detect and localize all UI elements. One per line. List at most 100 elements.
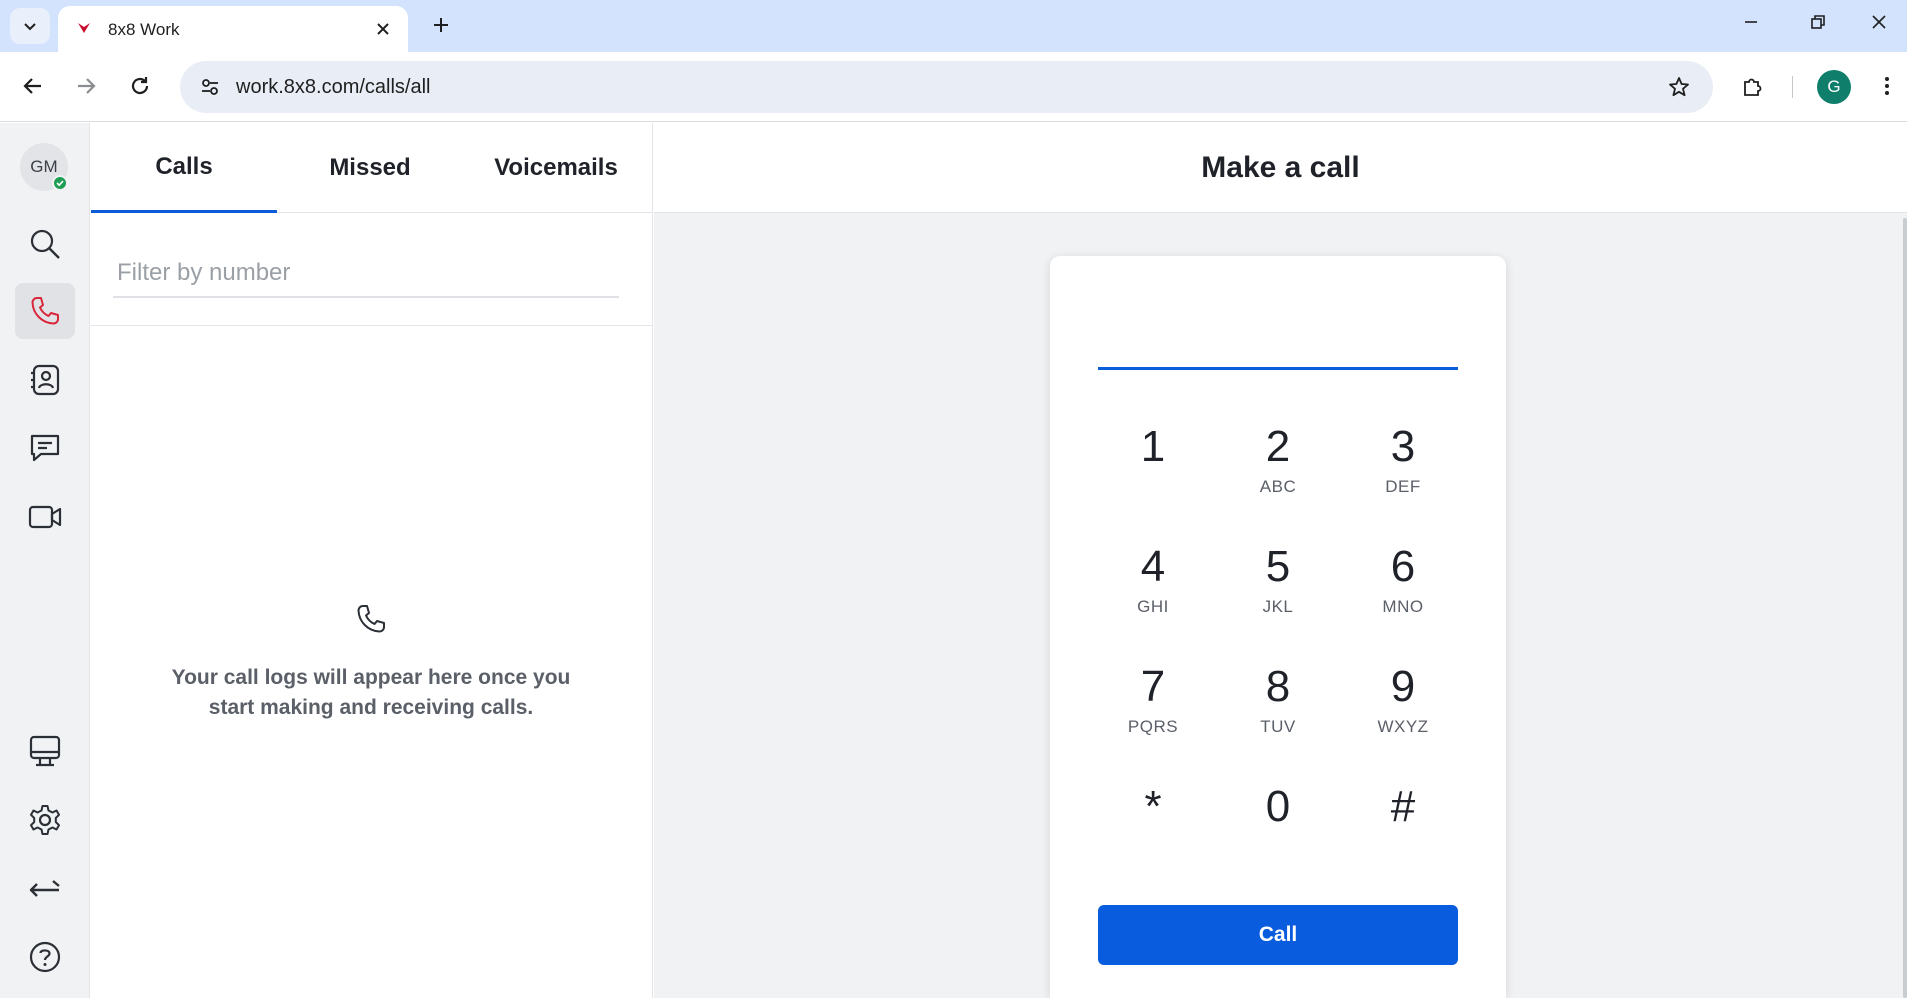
nav-calls[interactable] [15,283,75,339]
nav-meetings[interactable] [15,489,75,545]
video-camera-icon [28,505,62,529]
forward-button[interactable] [67,67,105,105]
presence-indicator [52,175,68,191]
arrow-left-icon [23,78,41,94]
dialpad-card: 1 2 ABC 3 DEF 4 GHI 5 JKL 6 MNO 7 PQRS 8 TUV 9 W… [1050,256,1506,998]
dialpad-key-4[interactable]: 4 GHI [1098,531,1208,627]
extensions-button[interactable] [1734,67,1772,105]
filter-section [91,214,653,326]
nav-settings[interactable] [15,792,75,848]
dialpad-key-7[interactable]: 7 PQRS [1098,651,1208,747]
plus-icon [434,18,448,32]
nav-contacts[interactable] [15,352,75,408]
new-tab-button[interactable] [424,8,458,42]
dialpad-key-6[interactable]: 6 MNO [1348,531,1458,627]
phone-icon [31,297,59,325]
key-digit: 9 [1390,662,1416,711]
close-icon [1872,15,1886,29]
restore-icon [1811,15,1825,29]
key-digit: 3 [1390,422,1416,471]
close-icon [377,23,389,35]
reload-icon [131,77,149,95]
nav-search[interactable] [15,216,75,272]
tune-icon [202,79,218,95]
scrollbar[interactable] [1903,218,1907,998]
call-log-tabs: Calls Missed Voicemails [91,123,653,213]
key-digit: 2 [1265,422,1291,471]
tab-voicemails[interactable]: Voicemails [463,123,649,213]
key-letters: GHI [1137,597,1169,616]
dialpad-key-3[interactable]: 3 DEF [1348,411,1458,507]
profile-avatar[interactable]: G [1817,70,1851,104]
key-digit: * [1144,782,1162,831]
key-digit: 5 [1265,542,1291,591]
key-letters: WXYZ [1377,717,1429,736]
monitor-icon [29,735,61,767]
browser-tabstrip: 8x8 Work [0,0,1907,52]
minimize-button[interactable] [1717,0,1785,44]
key-letters: PQRS [1127,717,1179,736]
close-window-button[interactable] [1851,0,1907,44]
url-text[interactable]: work.8x8.com/calls/all [236,76,431,99]
phone-icon [357,605,385,633]
restore-button[interactable] [1784,0,1852,44]
chevron-down-icon [24,23,36,31]
chat-icon [30,434,60,462]
key-digit: 6 [1390,542,1416,591]
nav-switch[interactable] [15,860,75,916]
key-letters: MNO [1382,597,1424,616]
dialpad-key-0[interactable]: 0 [1223,771,1333,867]
nav-messages[interactable] [15,420,75,476]
key-letters: TUV [1260,717,1296,736]
nav-rail: GM [0,123,90,998]
key-digit: 4 [1140,542,1166,591]
tab-title: 8x8 Work [108,20,180,39]
tab-close-button[interactable] [370,16,396,42]
address-bar[interactable]: work.8x8.com/calls/all [180,61,1713,113]
toolbar-divider [1792,76,1793,98]
dialer-header: Make a call [654,123,1907,213]
dialpad-key-8[interactable]: 8 TUV [1223,651,1333,747]
dialpad-key-5[interactable]: 5 JKL [1223,531,1333,627]
browser-toolbar: work.8x8.com/calls/all G [0,52,1907,122]
filter-by-number-input[interactable] [113,250,619,298]
browser-menu-button[interactable] [1868,67,1906,105]
call-button[interactable]: Call [1098,905,1458,965]
site-info-button[interactable] [192,69,228,105]
back-button[interactable] [14,67,52,105]
gear-icon [30,805,60,835]
dialpad-key-2[interactable]: 2 ABC [1223,411,1333,507]
key-digit: 7 [1140,662,1166,711]
more-vertical-icon [1885,77,1889,95]
search-icon [30,229,60,259]
minimize-icon [1745,21,1757,23]
bookmark-button[interactable] [1661,69,1697,105]
tab-calls[interactable]: Calls [91,123,277,213]
empty-state-message: Your call logs will appear here once you… [171,666,571,719]
nav-desktop-app[interactable] [15,723,75,779]
nav-help[interactable] [15,929,75,985]
dialpad-key-star[interactable]: * [1098,771,1208,867]
tab-missed[interactable]: Missed [277,123,463,213]
check-icon [56,180,64,187]
call-log-panel: Calls Missed Voicemails Your call logs w… [91,123,653,998]
key-digit: 0 [1265,782,1291,831]
key-letters: JKL [1262,597,1294,616]
key-letters: DEF [1385,477,1421,496]
contacts-icon [31,364,60,396]
help-icon [29,941,61,973]
key-digit: 8 [1265,662,1291,711]
key-digit: # [1390,782,1416,831]
favicon-8x8-icon [78,23,90,33]
dialpad-key-hash[interactable]: # [1348,771,1458,867]
dialpad-key-1[interactable]: 1 [1098,411,1208,507]
dialpad-key-9[interactable]: 9 WXYZ [1348,651,1458,747]
reload-button[interactable] [121,67,159,105]
star-icon [1669,77,1689,97]
browser-tab[interactable]: 8x8 Work [58,6,408,52]
swap-arrows-icon [29,880,60,897]
phone-number-input[interactable] [1098,322,1458,370]
tab-search-button[interactable] [10,8,50,44]
page-title: Make a call [1201,151,1360,184]
puzzle-icon [1744,78,1762,96]
